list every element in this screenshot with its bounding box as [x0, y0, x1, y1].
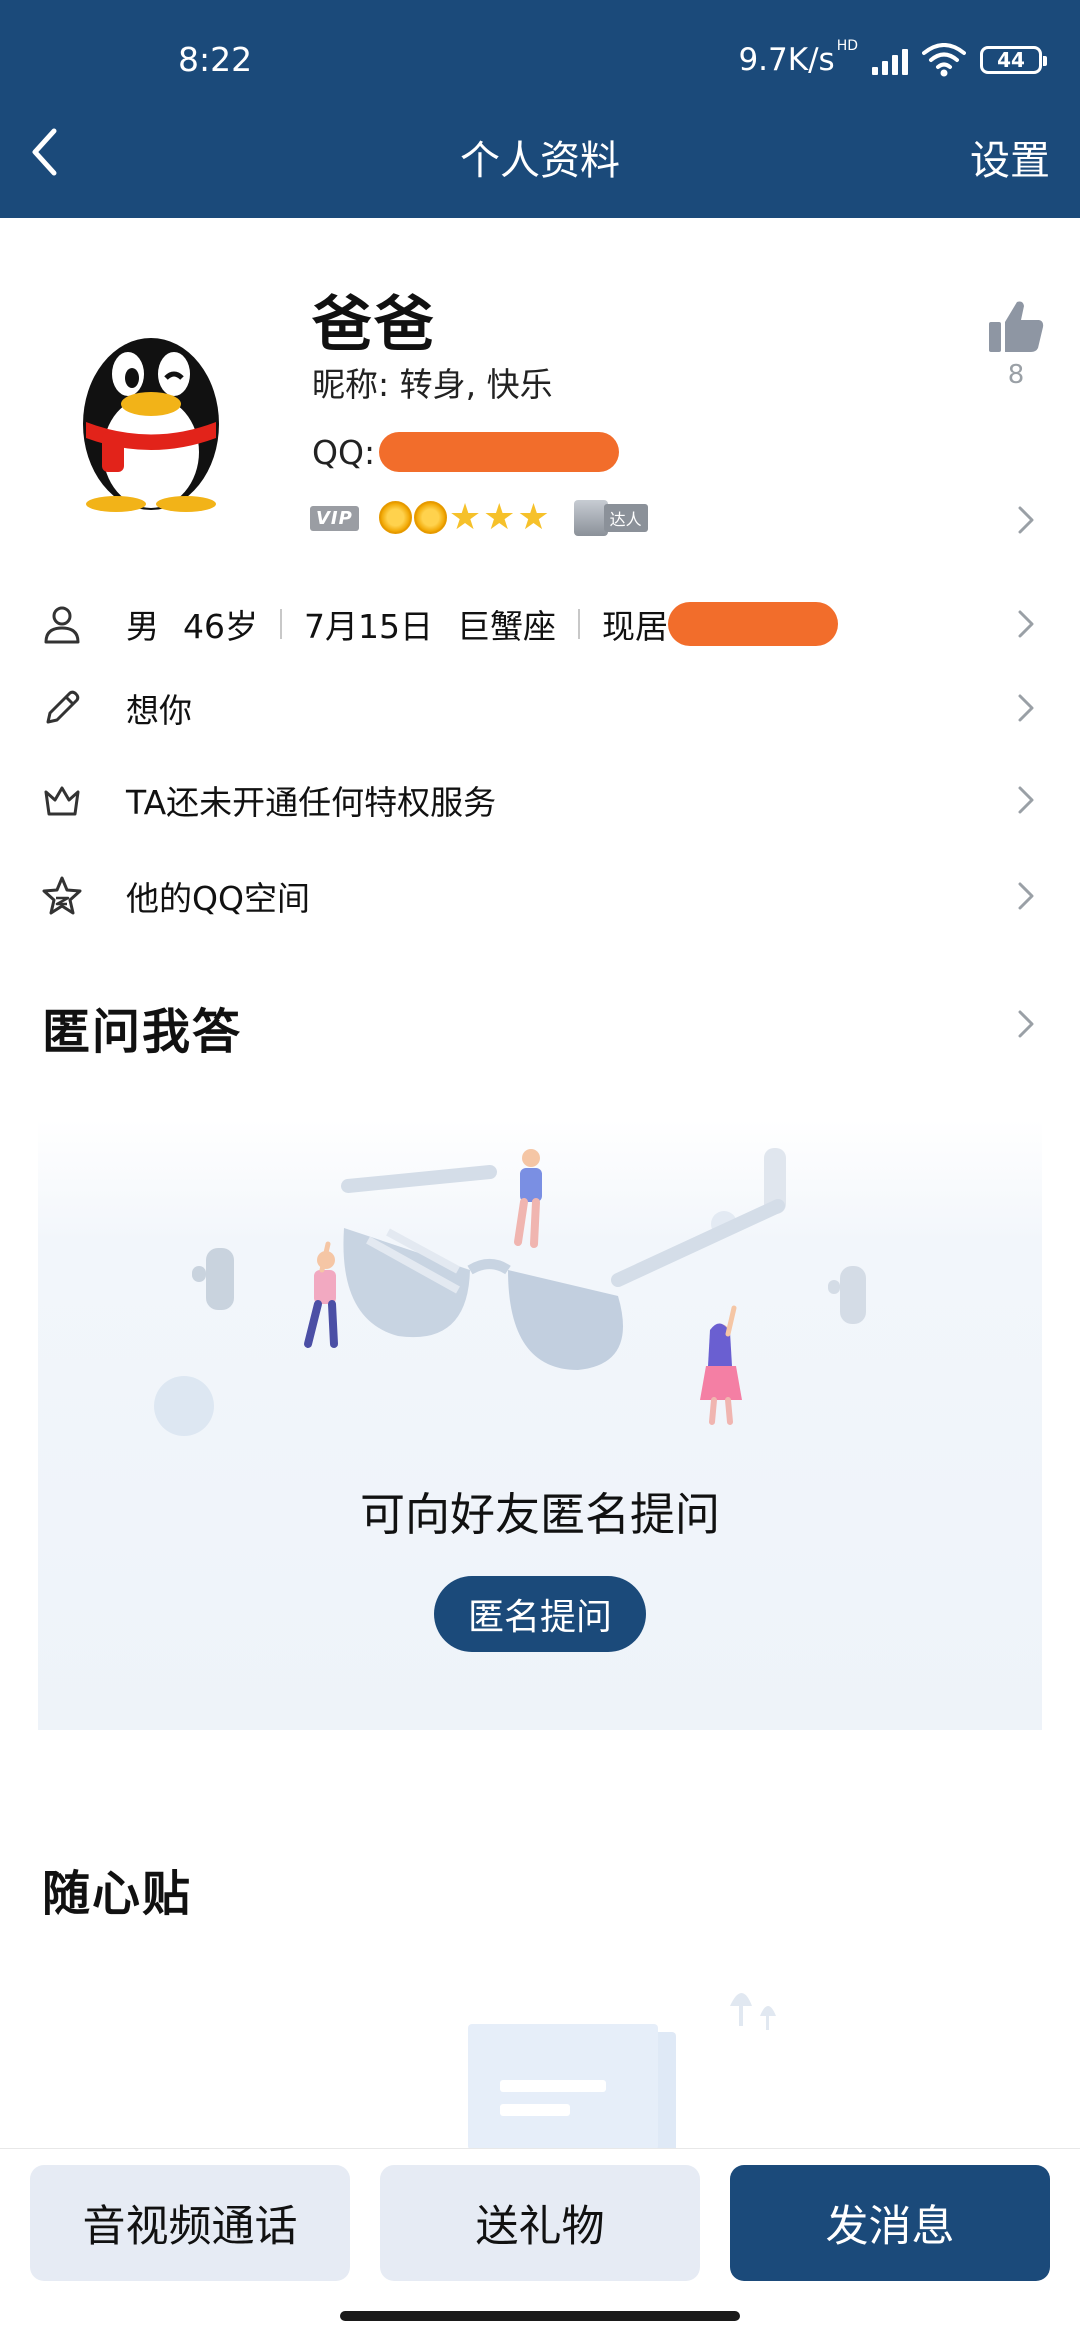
like-count: 8: [1007, 360, 1025, 390]
birthday: 7月15日: [304, 607, 433, 646]
like-button[interactable]: 8: [984, 298, 1048, 390]
thumbs-up-icon: [989, 301, 1044, 352]
sun-icon: [378, 501, 412, 534]
sticky-notes-illustration: [468, 1993, 776, 2150]
star-outline-icon: [42, 876, 82, 915]
page-title: 个人资料: [460, 138, 620, 184]
status-time: 8:22: [178, 40, 253, 79]
chevron-right-icon: [1018, 786, 1034, 814]
basic-info-row[interactable]: 男 46岁 7月15日 巨蟹座 现居: [0, 584, 1080, 664]
privilege-text: TA还未开通任何特权服务: [126, 783, 497, 822]
wifi-icon: [922, 43, 966, 77]
pencil-icon: [46, 690, 80, 724]
divider: [280, 609, 282, 639]
privilege-row[interactable]: TA还未开通任何特权服务: [0, 760, 1080, 840]
glasses-illustration: [154, 1148, 866, 1436]
signature-row[interactable]: 想你: [0, 668, 1080, 748]
star-icon: ★: [448, 497, 482, 538]
anonymous-qa-card: 可向好友匿名提问 匿名提问: [38, 1120, 1042, 1730]
star-icon: ★: [483, 497, 516, 538]
chevron-right-icon[interactable]: [1014, 500, 1038, 540]
residence-label: 现居: [602, 607, 668, 646]
expert-badge: 达人: [573, 500, 648, 536]
divider: [578, 609, 580, 639]
sticky-notes-title: 随心贴: [42, 1866, 193, 1922]
profile-name: 爸爸: [312, 290, 436, 360]
qq-number: QQ:: [312, 432, 620, 472]
anonymous-qa-title: 匿问我答: [42, 1004, 243, 1060]
qa-caption: 可向好友匿名提问: [359, 1488, 720, 1541]
avatar[interactable]: [66, 312, 236, 512]
level-icons: ★ ★ ★: [378, 497, 550, 538]
redacted-residence: [668, 602, 838, 646]
chevron-right-icon: [1018, 694, 1034, 722]
top-header: 8:22 9.7K/s HD 44 个人资料 设置: [0, 0, 1080, 218]
back-button[interactable]: [24, 124, 64, 180]
profile-badges[interactable]: VIP ★ ★ ★ 达人: [310, 500, 648, 536]
av-call-button[interactable]: 音视频通话: [30, 2165, 350, 2281]
settings-button[interactable]: 设置: [970, 128, 1050, 186]
person-icon: [44, 606, 80, 644]
qq-penguin-avatar: [83, 338, 219, 512]
chevron-right-icon: [1018, 882, 1034, 910]
sun-icon: [413, 501, 447, 534]
send-message-button[interactable]: 发消息: [730, 2165, 1050, 2281]
profile-nickname: 昵称: 转身, 快乐: [312, 365, 553, 404]
chevron-right-icon: [1018, 610, 1034, 638]
status-icons: 9.7K/s HD 44: [738, 38, 1047, 80]
zodiac: 巨蟹座: [457, 607, 556, 646]
expert-chip-icon: [573, 500, 608, 536]
basic-info-text: 男 46岁 7月15日 巨蟹座 现居: [126, 600, 838, 648]
chevron-left-icon: [32, 128, 57, 176]
battery-icon: 44: [980, 46, 1047, 74]
qzone-text: 他的QQ空间: [126, 879, 310, 918]
age: 46岁: [183, 607, 258, 646]
send-gift-button[interactable]: 送礼物: [380, 2165, 700, 2281]
crown-icon: [44, 786, 80, 816]
redacted-qq-number: [379, 432, 620, 472]
home-indicator[interactable]: [340, 2311, 740, 2321]
vip-badge: VIP: [310, 505, 359, 531]
signal-icon: [872, 45, 908, 75]
qzone-row[interactable]: 他的QQ空间: [0, 856, 1080, 936]
qq-label: QQ:: [312, 432, 376, 472]
network-speed: 9.7K/s HD: [738, 38, 858, 78]
bottom-action-bar: 音视频通话 送礼物 发消息: [0, 2148, 1080, 2341]
gender: 男: [126, 607, 159, 646]
star-icon: ★: [517, 497, 550, 538]
anonymous-question-button[interactable]: 匿名提问: [434, 1576, 646, 1652]
chevron-right-icon[interactable]: [1014, 1004, 1038, 1044]
signature-text: 想你: [126, 691, 192, 730]
